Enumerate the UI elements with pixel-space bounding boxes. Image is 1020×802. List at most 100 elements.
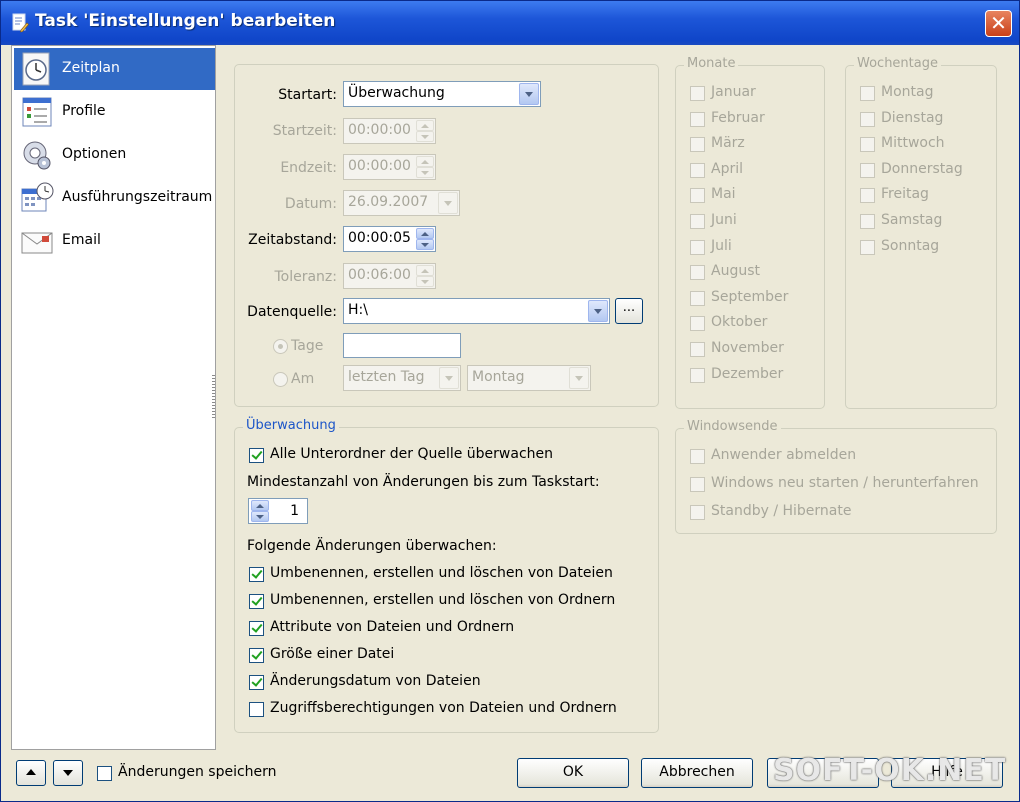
chevron-down-icon[interactable] [569,367,589,389]
watch-changes-label: Folgende Änderungen überwachen: [247,538,497,554]
chevron-down-icon[interactable] [588,300,608,322]
weekday-1-checkbox[interactable] [860,111,875,127]
change-option-3-checkbox[interactable] [249,648,264,663]
windowsende-option-2-label: Standby / Hibernate [711,503,852,519]
min-changes-stepper[interactable]: 1 [248,498,308,524]
month-3-checkbox[interactable] [690,162,705,178]
month-11-checkbox[interactable] [690,367,705,383]
startzeit-field[interactable]: 00:00:00 [343,118,436,144]
am-day-select[interactable]: letzten Tag [343,365,461,391]
zeitabstand-field[interactable]: 00:00:05 [343,226,436,252]
month-0-label: Januar [711,84,756,100]
am-weekday-select[interactable]: Montag [467,365,591,391]
calendar-clock-icon [21,182,54,212]
subfolders-label: Alle Unterordner der Quelle überwachen [270,446,554,462]
chevron-down-icon[interactable] [519,83,539,105]
spin-control-icon[interactable] [416,120,434,142]
change-option-4-checkbox[interactable] [249,675,264,690]
splitter-handle[interactable] [212,375,215,420]
tage-radio[interactable] [273,339,288,354]
change-option-2-checkbox[interactable] [249,621,264,636]
title-bar[interactable]: Task 'Einstellungen' bearbeiten ✕ [1,1,1019,45]
month-5-checkbox[interactable] [690,214,705,229]
sidebar-item-optionen[interactable]: Optionen [14,134,215,176]
browse-button[interactable]: ... [615,298,643,324]
datum-label: Datum: [284,196,337,212]
sidebar-item-ausfuehrungszeitraum[interactable]: Ausführungszeitraum [14,177,215,219]
sidebar-item-zeitplan[interactable]: Zeitplan [14,48,215,90]
tage-field[interactable] [343,333,461,358]
startart-label: Startart: [278,87,337,103]
month-2-checkbox[interactable] [690,137,705,153]
toleranz-label: Toleranz: [274,269,337,285]
startart-value: Überwachung [348,85,445,101]
toleranz-field[interactable]: 00:06:00 [343,263,436,289]
sidebar-item-email[interactable]: Email [14,220,215,262]
windowsende-option-0-checkbox[interactable] [690,449,705,464]
month-9-checkbox[interactable] [690,316,705,332]
weekday-0-checkbox[interactable] [860,86,875,101]
sidebar-item-label: Ausführungszeitraum [62,189,213,205]
spin-control-icon[interactable] [416,265,434,287]
month-8-checkbox[interactable] [690,290,705,306]
windowsende-option-2-checkbox[interactable] [690,505,705,520]
startart-select[interactable]: Überwachung [343,81,541,107]
month-6-checkbox[interactable] [690,239,705,255]
month-1-checkbox[interactable] [690,111,705,127]
spin-control-icon[interactable] [416,228,434,250]
close-button[interactable]: ✕ [985,10,1012,37]
move-up-button[interactable] [16,760,46,786]
change-option-0-label: Umbenennen, erstellen und löschen von Da… [270,565,613,581]
weekday-2-checkbox[interactable] [860,137,875,153]
clock-icon [22,52,50,86]
month-4-checkbox[interactable] [690,188,705,204]
month-11-label: Dezember [711,365,784,382]
weekday-3-checkbox[interactable] [860,162,875,178]
save-changes-checkbox[interactable] [97,766,112,781]
month-7-label: August [711,263,760,280]
change-option-2-label: Attribute von Dateien und Ordnern [270,619,515,635]
profile-list-icon [22,97,52,127]
change-option-5-label: Zugriffsberechtigungen von Dateien und O… [270,700,617,716]
datum-picker[interactable]: 26.09.2007 [343,190,460,216]
monate-group: Monate Januar Februar März April Mai Juni Juli… [675,56,825,409]
toleranz-value: 00:06:00 [348,267,411,283]
weekday-5-checkbox[interactable] [860,214,875,229]
chevron-down-icon[interactable] [439,367,459,389]
windowsende-option-1-checkbox[interactable] [690,477,705,492]
sidebar-item-profile[interactable]: Profile [14,91,215,133]
min-changes-value: 1 [290,503,299,519]
sidebar-item-label: Email [62,232,101,248]
sidebar-item-label: Zeitplan [62,60,120,76]
month-0-checkbox[interactable] [690,86,705,101]
endzeit-label: Endzeit: [280,160,337,176]
windowsende-option-1-label: Windows neu starten / herunterfahren [711,475,979,491]
month-10-checkbox[interactable] [690,342,705,357]
am-day-value: letzten Tag [348,369,425,385]
endzeit-field[interactable]: 00:00:00 [343,154,436,180]
spin-control-icon[interactable] [416,156,434,178]
min-changes-label: Mindestanzahl von Änderungen bis zum Tas… [247,474,600,490]
datenquelle-select[interactable]: H:\ [343,298,610,324]
weekday-5-label: Samstag [881,212,943,228]
zeitabstand-label: Zeitabstand: [248,232,337,248]
move-down-button[interactable] [53,760,83,786]
subfolders-checkbox[interactable] [249,448,264,463]
weekday-4-checkbox[interactable] [860,188,875,204]
chevron-down-icon[interactable] [438,192,458,214]
am-radio[interactable] [273,372,288,387]
wochentage-group: Wochentage Montag Dienstag Mittwoch Donners… [845,56,997,409]
email-icon [21,232,53,254]
change-option-5-checkbox[interactable] [249,702,264,717]
sidebar-nav: Zeitplan Profile Optionen Ausführungszei… [11,45,216,750]
datum-value: 26.09.2007 [348,194,429,210]
tage-label: Tage [291,338,324,354]
month-7-checkbox[interactable] [690,265,705,281]
month-3-label: April [711,160,743,177]
change-option-0-checkbox[interactable] [249,567,264,582]
ok-button[interactable]: OK [517,758,629,788]
weekday-6-checkbox[interactable] [860,239,875,255]
change-option-1-checkbox[interactable] [249,594,264,609]
spin-control-icon[interactable] [251,500,269,522]
cancel-button[interactable]: Abbrechen [641,758,753,788]
